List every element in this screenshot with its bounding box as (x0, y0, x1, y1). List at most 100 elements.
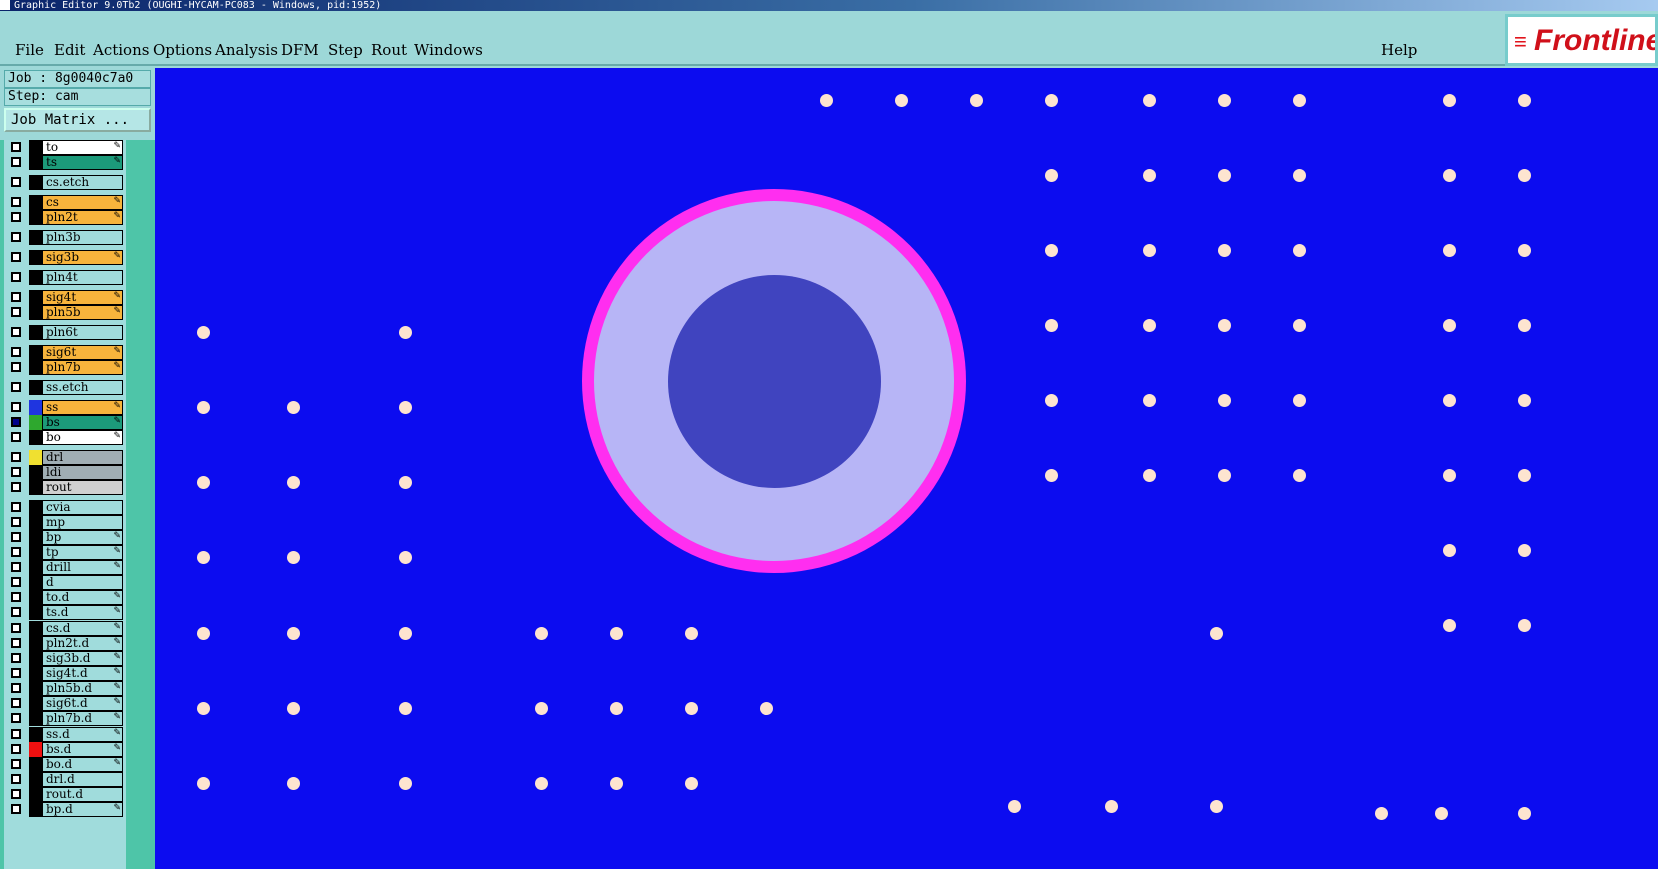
layer-row-pln7b-d[interactable]: pln7b.d ✎ (5, 711, 123, 726)
layer-color-swatch[interactable] (29, 305, 42, 320)
layer-row-sig3b-d[interactable]: sig3b.d ✎ (5, 651, 123, 666)
layer-name[interactable]: ss.d (42, 727, 123, 742)
layer-color-swatch[interactable] (29, 380, 42, 395)
layer-checkbox[interactable] (11, 362, 21, 372)
layer-color-swatch[interactable] (29, 575, 42, 590)
menu-dfm[interactable]: DFM (281, 41, 319, 59)
layer-row-pln5b-d[interactable]: pln5b.d ✎ (5, 681, 123, 696)
menu-analysis[interactable]: Analysis (215, 41, 278, 59)
layer-row-pln6t[interactable]: pln6t (5, 325, 123, 340)
layer-color-swatch[interactable] (29, 772, 42, 787)
layer-row-sig4t-d[interactable]: sig4t.d ✎ (5, 666, 123, 681)
layer-name[interactable]: d (42, 575, 123, 590)
layer-checkbox[interactable] (11, 467, 21, 477)
layer-name[interactable]: rout (42, 480, 123, 495)
layer-checkbox[interactable] (11, 432, 21, 442)
layer-color-swatch[interactable] (29, 210, 42, 225)
menu-file[interactable]: File (15, 41, 44, 59)
layer-color-swatch[interactable] (29, 787, 42, 802)
layer-checkbox[interactable] (11, 623, 21, 633)
layer-name[interactable]: ss.etch (42, 380, 123, 395)
layer-color-swatch[interactable] (29, 465, 42, 480)
graphic-canvas[interactable] (155, 68, 1658, 869)
layer-checkbox[interactable] (11, 562, 21, 572)
layer-color-swatch[interactable] (29, 545, 42, 560)
layer-name[interactable]: to.d (42, 590, 123, 605)
menu-rout[interactable]: Rout (371, 41, 407, 59)
layer-row-pln2t-d[interactable]: pln2t.d ✎ (5, 636, 123, 651)
layer-name[interactable]: sig4t.d (42, 666, 123, 681)
layer-color-swatch[interactable] (29, 270, 42, 285)
layer-name[interactable]: sig3b.d (42, 651, 123, 666)
layer-checkbox[interactable] (11, 804, 21, 814)
layer-name[interactable]: ts (42, 155, 123, 170)
layer-checkbox[interactable] (11, 759, 21, 769)
layer-row-drill[interactable]: drill ✎ (5, 560, 123, 575)
layer-color-swatch[interactable] (29, 636, 42, 651)
layer-row-rout[interactable]: rout (5, 480, 123, 495)
layer-checkbox[interactable] (11, 517, 21, 527)
layer-color-swatch[interactable] (29, 325, 42, 340)
layer-row-cs-etch[interactable]: cs.etch (5, 175, 123, 190)
layer-name[interactable]: ss (42, 400, 123, 415)
layer-row-cvia[interactable]: cvia (5, 500, 123, 515)
layer-name[interactable]: to (42, 140, 123, 155)
layer-checkbox[interactable] (11, 327, 21, 337)
layer-color-swatch[interactable] (29, 666, 42, 681)
layer-color-swatch[interactable] (29, 195, 42, 210)
layer-row-sig3b[interactable]: sig3b ✎ (5, 250, 123, 265)
layer-name[interactable]: bs (42, 415, 123, 430)
layer-row-drl[interactable]: drl (5, 450, 123, 465)
layer-checkbox[interactable] (11, 653, 21, 663)
layer-row-pln5b[interactable]: pln5b ✎ (5, 305, 123, 320)
layer-color-swatch[interactable] (29, 590, 42, 605)
layer-checkbox[interactable] (11, 347, 21, 357)
layer-checkbox[interactable] (11, 307, 21, 317)
layer-name[interactable]: sig6t.d (42, 696, 123, 711)
layer-name[interactable]: ldi (42, 465, 123, 480)
layer-checkbox[interactable] (11, 177, 21, 187)
layer-checkbox[interactable] (11, 212, 21, 222)
menu-step[interactable]: Step (328, 41, 363, 59)
menu-options[interactable]: Options (153, 41, 212, 59)
layer-checkbox[interactable] (11, 607, 21, 617)
layer-color-swatch[interactable] (29, 500, 42, 515)
layer-row-rout-d[interactable]: rout.d (5, 787, 123, 802)
layer-checkbox[interactable] (11, 789, 21, 799)
layer-checkbox[interactable] (11, 729, 21, 739)
layer-color-swatch[interactable] (29, 605, 42, 620)
layer-color-swatch[interactable] (29, 430, 42, 445)
layer-row-bo-d[interactable]: bo.d ✎ (5, 757, 123, 772)
layer-row-sig6t-d[interactable]: sig6t.d ✎ (5, 696, 123, 711)
layer-name[interactable]: cs (42, 195, 123, 210)
layer-color-swatch[interactable] (29, 450, 42, 465)
layer-row-d[interactable]: d (5, 575, 123, 590)
layer-color-swatch[interactable] (29, 515, 42, 530)
layer-name[interactable]: pln6t (42, 325, 123, 340)
layer-row-to[interactable]: to ✎ (5, 140, 123, 155)
layer-row-tp[interactable]: tp ✎ (5, 545, 123, 560)
layer-row-bo[interactable]: bo ✎ (5, 430, 123, 445)
layer-row-cs[interactable]: cs ✎ (5, 195, 123, 210)
layer-checkbox[interactable] (11, 668, 21, 678)
layer-checkbox[interactable] (11, 532, 21, 542)
layer-row-cs-d[interactable]: cs.d ✎ (5, 621, 123, 636)
layer-color-swatch[interactable] (29, 415, 42, 430)
layer-color-swatch[interactable] (29, 140, 42, 155)
menu-edit[interactable]: Edit (54, 41, 85, 59)
layer-color-swatch[interactable] (29, 175, 42, 190)
layer-color-swatch[interactable] (29, 400, 42, 415)
layer-name[interactable]: drl.d (42, 772, 123, 787)
layer-checkbox[interactable] (11, 197, 21, 207)
layer-name[interactable]: cvia (42, 500, 123, 515)
layer-name[interactable]: pln2t (42, 210, 123, 225)
layer-name[interactable]: bo.d (42, 757, 123, 772)
layer-checkbox[interactable] (11, 744, 21, 754)
layer-checkbox[interactable] (11, 502, 21, 512)
layer-color-swatch[interactable] (29, 651, 42, 666)
layer-checkbox[interactable] (11, 252, 21, 262)
layer-color-swatch[interactable] (29, 230, 42, 245)
layer-checkbox[interactable] (11, 577, 21, 587)
layer-row-drl-d[interactable]: drl.d (5, 772, 123, 787)
layer-name[interactable]: sig4t (42, 290, 123, 305)
